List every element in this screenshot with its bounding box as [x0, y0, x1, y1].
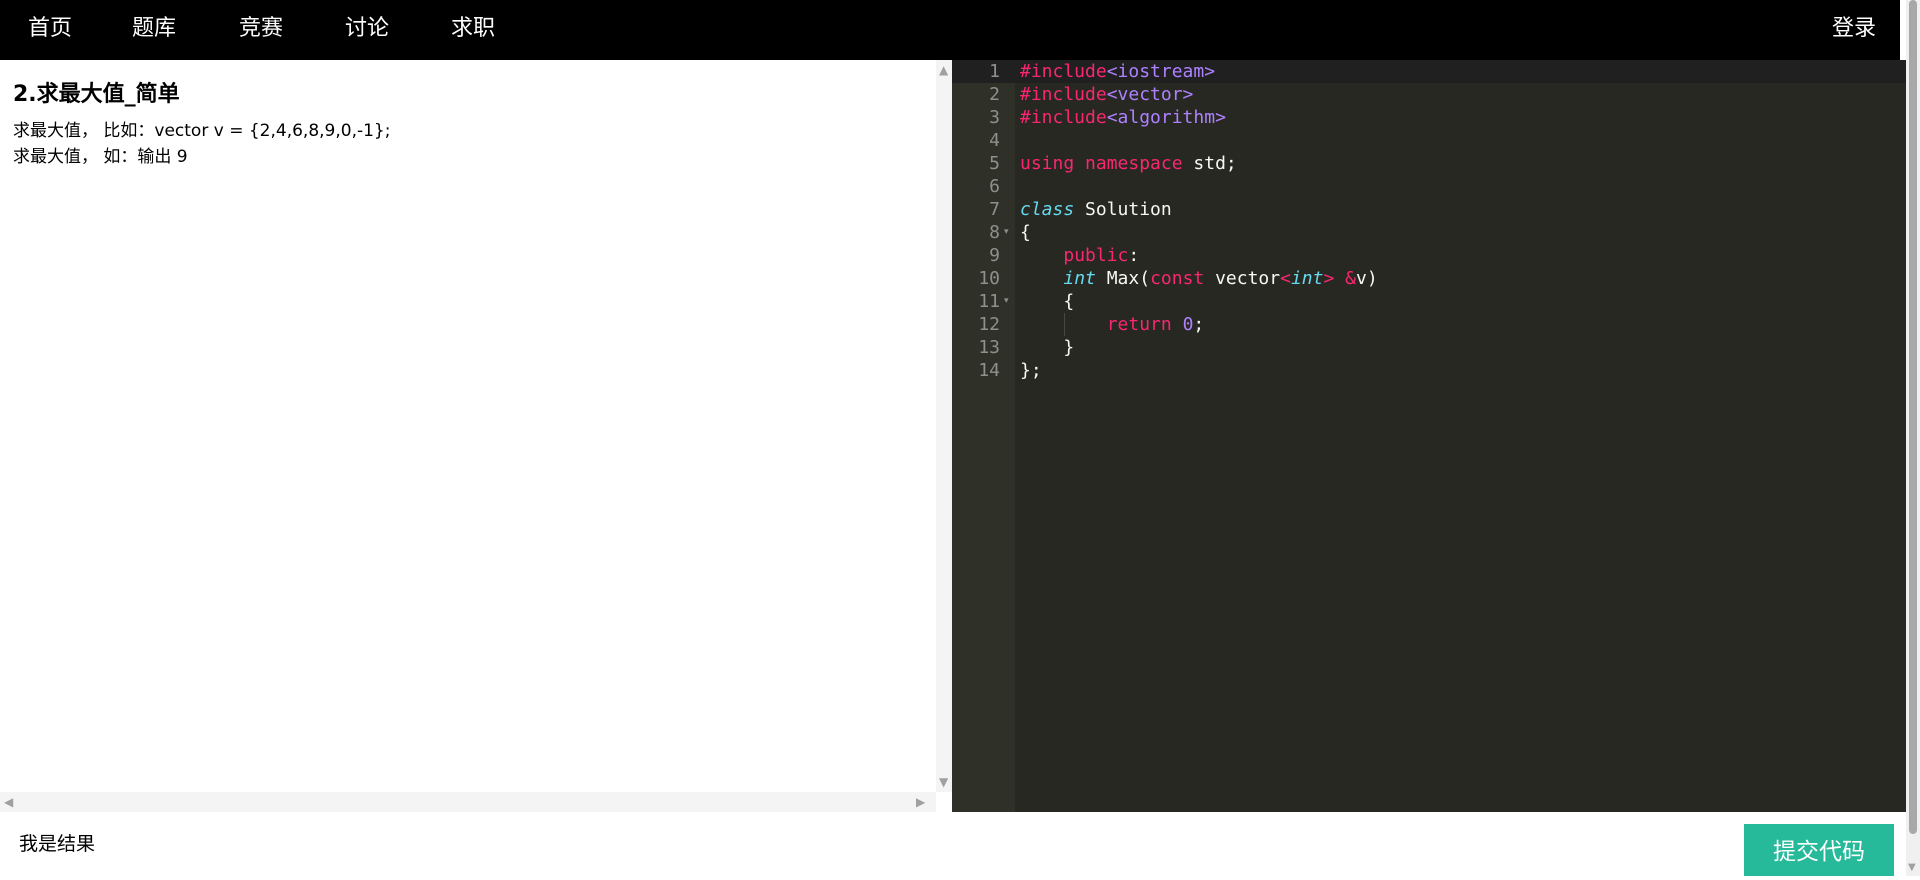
line-number: 8: [989, 222, 1000, 243]
code-line-14: };: [1020, 360, 1042, 381]
line-number: 12: [978, 314, 1000, 335]
scroll-down-arrow-icon[interactable]: ▼: [939, 776, 948, 788]
result-output: 我是结果: [19, 833, 96, 855]
line-number: 2: [989, 84, 1000, 105]
problem-vertical-scrollbar[interactable]: ▲ ▼: [936, 60, 952, 792]
code-line-7: class Solution: [1020, 199, 1172, 220]
page-scrollbar-thumb[interactable]: [1909, 0, 1917, 834]
nav-item-home[interactable]: 首页: [28, 0, 72, 60]
line-number: 3: [989, 107, 1000, 128]
nav-item-contest[interactable]: 竞赛: [239, 0, 283, 60]
code-line-13: }: [1063, 337, 1075, 358]
problem-description: 求最大值， 比如：vector v = {2,4,6,8,9,0,-1}; 求最…: [13, 118, 390, 170]
code-line-3: #include<algorithm>: [1020, 107, 1226, 128]
fold-toggle-icon[interactable]: ▾: [1004, 290, 1014, 313]
problem-desc-line: 求最大值， 比如：vector v = {2,4,6,8,9,0,-1};: [13, 121, 391, 141]
line-number: 1: [989, 61, 1000, 82]
line-number: 6: [989, 176, 1000, 197]
scroll-up-arrow-icon[interactable]: ▲: [939, 64, 948, 76]
submit-code-button[interactable]: 提交代码: [1744, 824, 1894, 876]
page-scrollbar[interactable]: ▼: [1906, 0, 1920, 876]
code-line-10: int Max(const vector<int> &v): [1063, 268, 1378, 289]
code-line-9: public:: [1063, 245, 1140, 266]
nav-item-jobs[interactable]: 求职: [451, 0, 495, 60]
problem-panel: 2.求最大值_简单 求最大值， 比如：vector v = {2,4,6,8,9…: [0, 60, 936, 812]
line-number: 9: [989, 245, 1000, 266]
code-editor[interactable]: 1 2 3 4 5 6 7 8 9 10 11 12 13 14 ▾ ▾ #in…: [952, 60, 1906, 812]
line-number: 13: [978, 337, 1000, 358]
line-number: 11: [978, 291, 1000, 312]
code-line-5: using namespace std;: [1020, 153, 1237, 174]
line-number: 5: [989, 153, 1000, 174]
code-line-8: {: [1020, 222, 1031, 243]
line-number: 14: [978, 360, 1000, 381]
line-number: 4: [989, 130, 1000, 151]
code-line-11: {: [1063, 291, 1075, 312]
fold-toggle-icon[interactable]: ▾: [1004, 221, 1014, 244]
problem-horizontal-scrollbar[interactable]: ◀ ▶: [0, 792, 936, 812]
line-number: 10: [978, 268, 1000, 289]
nav-item-discussion[interactable]: 讨论: [345, 0, 389, 60]
top-navbar: 首页 题库 竞赛 讨论 求职 登录: [0, 0, 1900, 60]
nav-item-problem-bank[interactable]: 题库: [132, 0, 176, 60]
problem-title: 2.求最大值_简单: [13, 82, 180, 107]
page-scroll-down-arrow-icon[interactable]: ▼: [1908, 862, 1916, 874]
code-line-12: return 0;: [1106, 314, 1205, 335]
code-line-1: #include<iostream>: [1020, 61, 1216, 82]
problem-desc-line: 求最大值， 如：输出 9: [13, 147, 188, 167]
login-link[interactable]: 登录: [1832, 0, 1876, 60]
scroll-right-arrow-icon[interactable]: ▶: [916, 796, 925, 808]
scroll-left-arrow-icon[interactable]: ◀: [4, 796, 13, 808]
line-number: 7: [989, 199, 1000, 220]
code-line-2: #include<vector>: [1020, 84, 1194, 105]
